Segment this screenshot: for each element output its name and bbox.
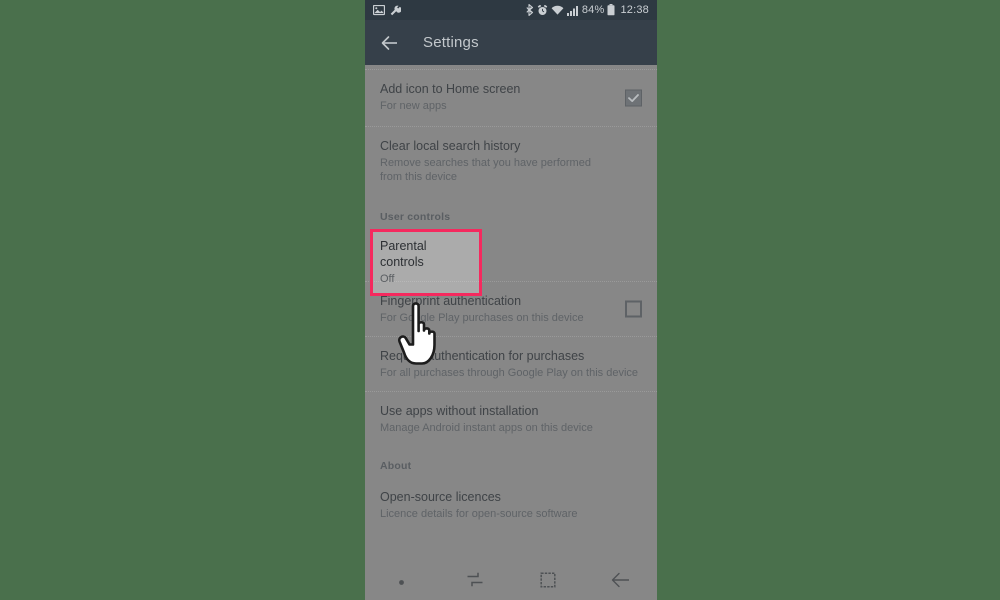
list-item-open-source-licences[interactable]: Open-source licences Licence details for… <box>365 478 657 528</box>
navigation-bar <box>365 564 657 600</box>
list-item-add-icon-to-home-screen[interactable]: Add icon to Home screen For new apps <box>365 70 657 126</box>
status-bar-clock: 12:38 <box>620 4 649 16</box>
checkbox-fingerprint-authentication[interactable] <box>625 300 642 318</box>
list-item-subtitle: For Google Play purchases on this device <box>380 312 584 324</box>
back-arrow-icon[interactable] <box>379 32 401 54</box>
bluetooth-icon <box>526 4 534 16</box>
home-icon <box>539 571 556 593</box>
list-item-subtitle: Off <box>380 273 395 285</box>
list-item-title: Clear local search history <box>380 139 521 153</box>
list-item-title: Add icon to Home screen <box>380 82 521 96</box>
battery-percent-label: 84% <box>581 4 605 16</box>
list-item-use-apps-without-installation[interactable]: Use apps without installation Manage And… <box>365 392 657 446</box>
back-icon <box>611 572 631 593</box>
battery-icon <box>607 4 615 16</box>
settings-list[interactable]: Add icon to Home screen For new apps Cle… <box>365 65 657 600</box>
section-header-user-controls: User controls <box>380 211 451 223</box>
status-bar: 84% 12:38 <box>365 0 657 20</box>
dot-indicator-icon <box>398 573 405 591</box>
section-header-about: About <box>380 460 412 472</box>
alarm-icon <box>537 4 548 16</box>
nav-recents-button[interactable] <box>438 572 511 593</box>
nav-home-button[interactable] <box>511 571 584 593</box>
status-bar-left-icons <box>373 4 401 16</box>
list-item-subtitle: Manage Android instant apps on this devi… <box>380 422 593 434</box>
page-title: Settings <box>423 34 479 51</box>
list-item-subtitle: For all purchases through Google Play on… <box>380 367 639 379</box>
recents-icon <box>466 572 484 593</box>
screenshot-icon <box>373 4 385 16</box>
list-item-subtitle: For new apps <box>380 100 447 112</box>
nav-dot-indicator[interactable] <box>365 573 438 591</box>
list-item-title: Parental controls <box>380 239 427 269</box>
wrench-icon <box>390 5 401 16</box>
signal-icon <box>566 5 579 16</box>
list-item-title: Open-source licences <box>380 490 501 504</box>
list-item-title: Require authentication for purchases <box>380 349 585 363</box>
nav-back-button[interactable] <box>584 572 657 593</box>
list-item-subtitle: Remove searches that you have performed … <box>380 157 591 183</box>
status-bar-right-icons: 84% 12:38 <box>526 4 649 16</box>
list-item-parental-controls[interactable]: Parental controls Off <box>370 229 482 296</box>
list-item-subtitle: Licence details for open-source software <box>380 508 578 520</box>
wifi-icon <box>551 5 564 16</box>
list-item-require-authentication-for-purchases[interactable]: Require authentication for purchases For… <box>365 337 657 391</box>
list-item-parental-controls-wrapper: Parental controls Off <box>365 229 657 296</box>
app-bar: Settings <box>365 20 657 65</box>
screenshot-root: 84% 12:38 Settings Add icon to Home scre… <box>0 0 1000 600</box>
list-item-clear-local-search-history[interactable]: Clear local search history Remove search… <box>365 127 657 197</box>
phone-screen: 84% 12:38 Settings Add icon to Home scre… <box>365 0 657 600</box>
checkbox-add-icon-to-home-screen[interactable] <box>625 89 642 107</box>
list-item-title: Use apps without installation <box>380 404 539 418</box>
